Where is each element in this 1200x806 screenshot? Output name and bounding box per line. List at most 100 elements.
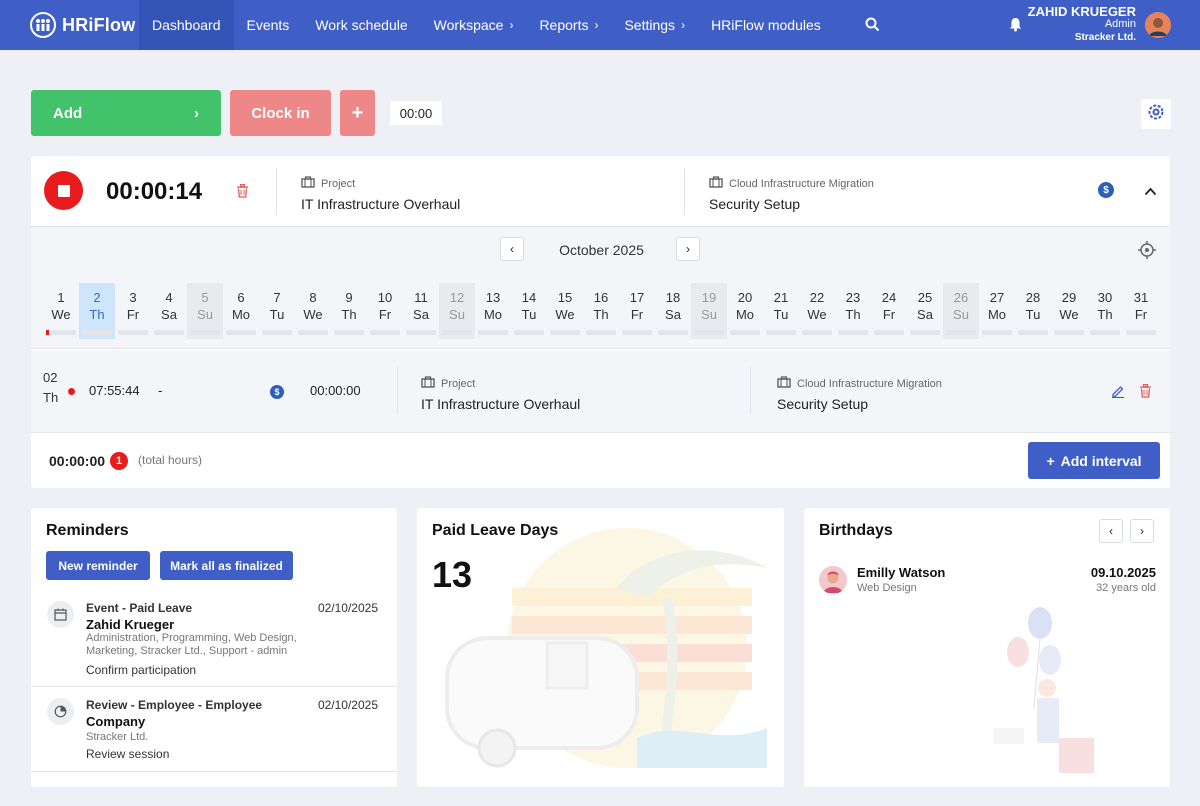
day-weekday: Su xyxy=(953,307,969,322)
day-hours-bar xyxy=(730,330,760,335)
task-value: Security Setup xyxy=(777,396,869,412)
list-item[interactable]: Event - Paid Leave 02/10/2025 Zahid Krue… xyxy=(31,593,397,687)
calendar-day[interactable]: 2 Th xyxy=(79,283,115,339)
trash-icon[interactable] xyxy=(1139,383,1152,403)
nav-dashboard[interactable]: Dashboard xyxy=(139,0,234,50)
project-label-text: Project xyxy=(441,377,476,390)
calendar-day[interactable]: 5 Su xyxy=(187,283,223,339)
pencil-icon[interactable] xyxy=(1111,384,1125,403)
calendar-day[interactable]: 4 Sa xyxy=(151,283,187,339)
nav-hriflow-modules[interactable]: HRiFlow modules xyxy=(698,0,834,50)
app-logo[interactable]: HRiFlow xyxy=(30,12,135,38)
day-weekday: Su xyxy=(701,307,717,322)
day-number: 28 xyxy=(1025,290,1041,305)
calendar-day[interactable]: 22 We xyxy=(799,283,835,339)
day-number: 19 xyxy=(701,290,717,305)
task-value[interactable]: Security Setup xyxy=(709,196,800,212)
stop-timer-button[interactable] xyxy=(44,171,83,210)
avatar[interactable] xyxy=(819,566,847,594)
top-navbar: HRiFlow Dashboard Events Work schedule W… xyxy=(0,0,1200,50)
calendar-day[interactable]: 10 Fr xyxy=(367,283,403,339)
clock-in-button[interactable]: Clock in xyxy=(230,90,331,136)
time-chip[interactable]: 00:00 xyxy=(390,101,442,125)
day-hours-bar xyxy=(226,330,256,335)
day-weekday: Tu xyxy=(773,307,789,322)
day-weekday: Sa xyxy=(917,307,933,322)
calendar-day[interactable]: 28 Tu xyxy=(1015,283,1051,339)
calendar-day[interactable]: 20 Mo xyxy=(727,283,763,339)
settings-button[interactable] xyxy=(1141,99,1171,129)
day-number: 21 xyxy=(773,290,789,305)
day-number: 10 xyxy=(377,290,393,305)
calendar-day[interactable]: 15 We xyxy=(547,283,583,339)
nav-reports[interactable]: Reports › xyxy=(526,0,611,50)
new-reminder-button[interactable]: New reminder xyxy=(46,551,150,580)
chevron-left-icon: ‹ xyxy=(510,242,514,256)
calendar-day[interactable]: 13 Mo xyxy=(475,283,511,339)
list-item[interactable]: Review - Employee - Employee 02/10/2025 … xyxy=(31,688,397,772)
calendar-day[interactable]: 18 Sa xyxy=(655,283,691,339)
day-number: 1 xyxy=(57,290,65,305)
add-interval-button[interactable]: + Add interval xyxy=(1028,442,1160,479)
user-info[interactable]: ZAHID KRUEGER Admin Stracker Ltd. xyxy=(1028,5,1136,44)
total-hours-label: (total hours) xyxy=(138,453,203,467)
nav-workspace[interactable]: Workspace › xyxy=(421,0,527,50)
avatar[interactable] xyxy=(1145,12,1171,38)
calendar-day[interactable]: 14 Tu xyxy=(511,283,547,339)
reminder-action[interactable]: Confirm participation xyxy=(86,663,196,677)
day-number: 12 xyxy=(449,290,465,305)
calendar-day[interactable]: 19 Su xyxy=(691,283,727,339)
calendar-day[interactable]: 24 Fr xyxy=(871,283,907,339)
prev-birthday-button[interactable]: ‹ xyxy=(1099,519,1123,543)
project-value[interactable]: IT Infrastructure Overhaul xyxy=(301,196,460,212)
billable-dollar-icon[interactable]: $ xyxy=(1098,182,1114,198)
birthdays-card: Birthdays ‹ › Emilly Watson Web Design 0… xyxy=(804,508,1170,787)
calendar-day[interactable]: 31 Fr xyxy=(1123,283,1159,339)
chevron-up-icon[interactable] xyxy=(1144,183,1157,201)
calendar-day[interactable]: 12 Su xyxy=(439,283,475,339)
nav-work-schedule[interactable]: Work schedule xyxy=(302,0,420,50)
mark-all-finalized-button[interactable]: Mark all as finalized xyxy=(160,551,293,580)
calendar-day[interactable]: 8 We xyxy=(295,283,331,339)
calendar-day[interactable]: 7 Tu xyxy=(259,283,295,339)
calendar-day[interactable]: 23 Th xyxy=(835,283,871,339)
calendar-day[interactable]: 11 Sa xyxy=(403,283,439,339)
calendar-day[interactable]: 3 Fr xyxy=(115,283,151,339)
prev-month-button[interactable]: ‹ xyxy=(500,237,524,261)
calendar-day[interactable]: 6 Mo xyxy=(223,283,259,339)
calendar-day[interactable]: 29 We xyxy=(1051,283,1087,339)
nav-events[interactable]: Events xyxy=(234,0,303,50)
reminder-action[interactable]: Review session xyxy=(86,747,169,761)
entry-end[interactable]: - xyxy=(158,383,162,398)
day-number: 22 xyxy=(809,290,825,305)
party-illustration xyxy=(994,607,1094,773)
calendar-day[interactable]: 21 Tu xyxy=(763,283,799,339)
next-month-button[interactable]: › xyxy=(676,237,700,261)
calendar-day[interactable]: 16 Th xyxy=(583,283,619,339)
trash-icon[interactable] xyxy=(236,183,249,203)
calendar-day[interactable]: 17 Fr xyxy=(619,283,655,339)
calendar-day[interactable]: 30 Th xyxy=(1087,283,1123,339)
project-label: Project xyxy=(301,176,355,191)
locate-today-icon[interactable] xyxy=(1138,241,1156,264)
billable-dollar-icon[interactable]: $ xyxy=(270,385,284,399)
add-button[interactable]: Add › xyxy=(31,90,221,136)
bell-icon[interactable] xyxy=(1009,17,1022,37)
calendar-day[interactable]: 26 Su xyxy=(943,283,979,339)
next-birthday-button[interactable]: › xyxy=(1130,519,1154,543)
time-entry-row[interactable]: 02 Th 07:55:44 - $ 00:00:00 Project IT I… xyxy=(31,350,1170,433)
calendar-day[interactable]: 1 We xyxy=(43,283,79,339)
paid-leave-title: Paid Leave Days xyxy=(432,522,559,539)
day-hours-bar xyxy=(802,330,832,335)
day-hours-bar xyxy=(334,330,364,335)
day-number: 3 xyxy=(129,290,137,305)
search-icon[interactable] xyxy=(865,17,880,37)
calendar-day[interactable]: 27 Mo xyxy=(979,283,1015,339)
calendar-day[interactable]: 25 Sa xyxy=(907,283,943,339)
calendar-day[interactable]: 9 Th xyxy=(331,283,367,339)
entry-start[interactable]: 07:55:44 xyxy=(89,383,140,398)
day-hours-bar xyxy=(1126,330,1156,335)
task-label: Cloud Infrastructure Migration xyxy=(777,376,942,391)
plus-button[interactable]: + xyxy=(340,90,375,136)
nav-settings[interactable]: Settings › xyxy=(611,0,698,50)
